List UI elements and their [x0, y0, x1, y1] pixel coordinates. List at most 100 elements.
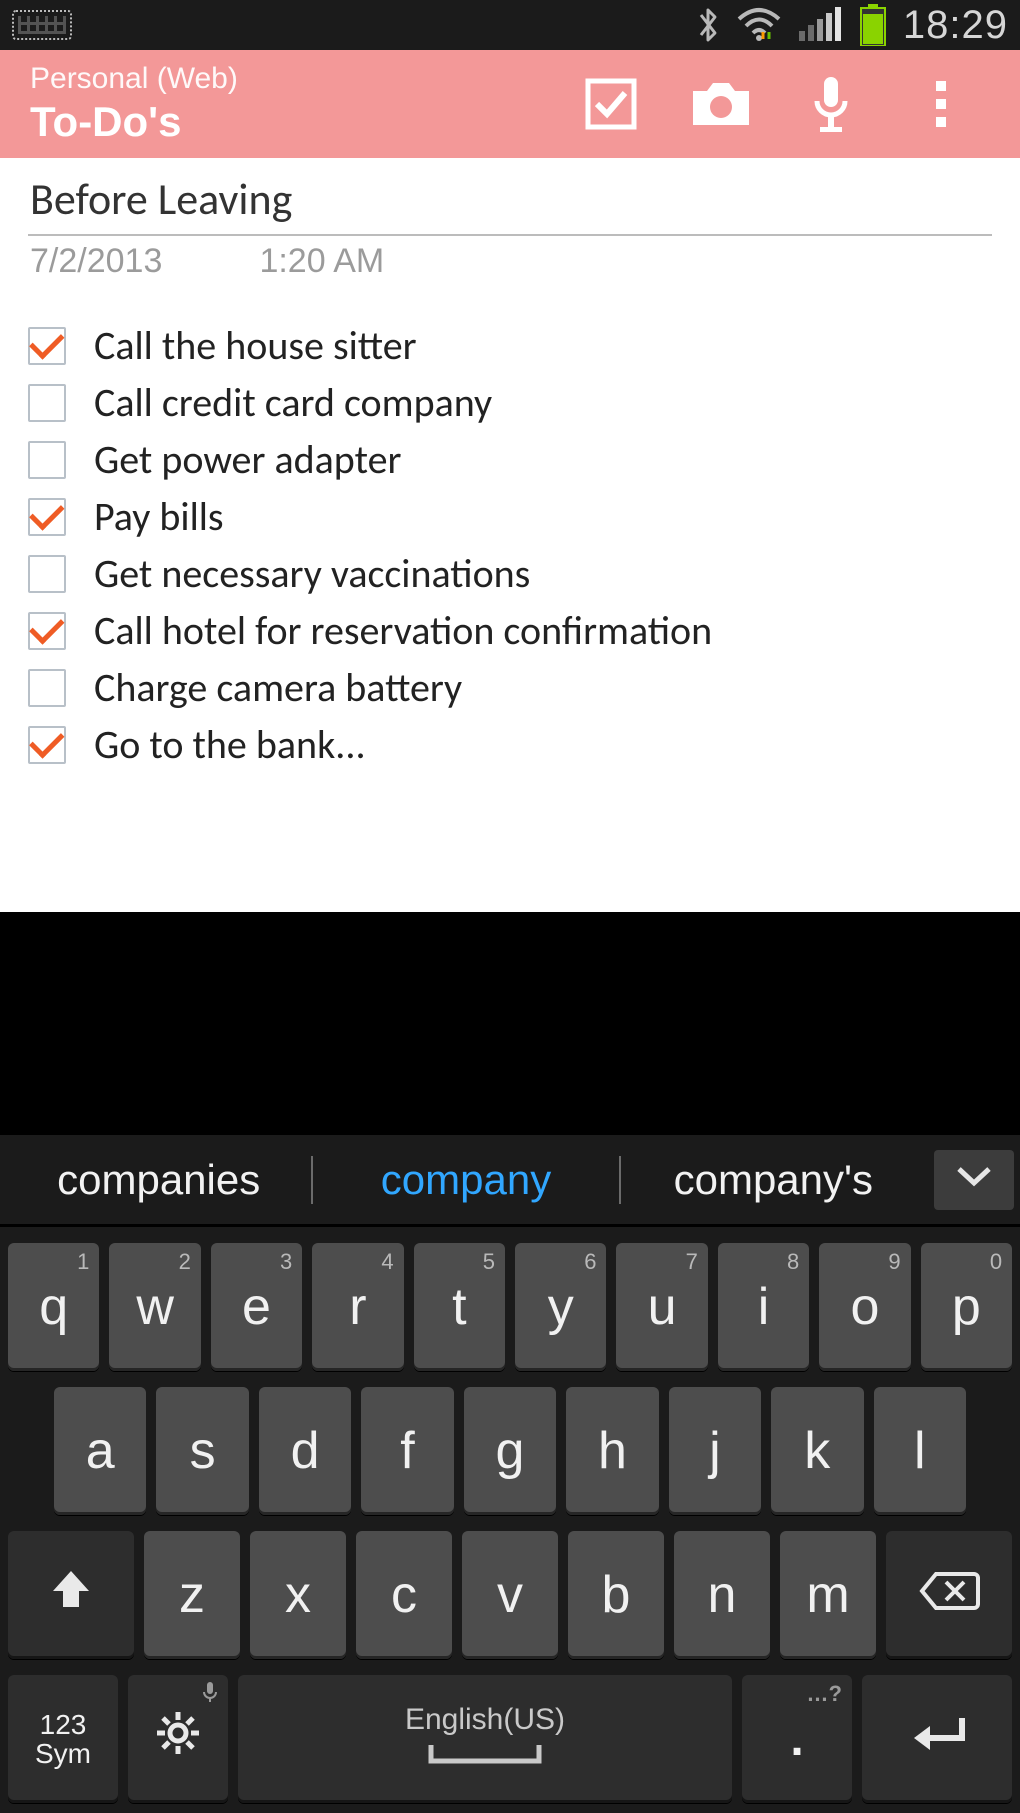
key-c[interactable]: c: [356, 1531, 452, 1659]
suggestion[interactable]: company's: [621, 1156, 926, 1204]
action-bar: Personal (Web) To-Do's: [0, 50, 1020, 158]
key-v[interactable]: v: [462, 1531, 558, 1659]
todo-text[interactable]: Get necessary vaccinations: [94, 549, 530, 598]
note-editor[interactable]: Before Leaving 7/2/2013 1:20 AM Call the…: [0, 158, 1020, 912]
shift-key[interactable]: [8, 1531, 134, 1659]
period-key[interactable]: …? .: [742, 1675, 852, 1803]
todo-checkbox[interactable]: [28, 327, 66, 365]
todo-item[interactable]: Get necessary vaccinations: [28, 545, 992, 602]
key-l[interactable]: l: [874, 1387, 966, 1515]
key-n[interactable]: n: [674, 1531, 770, 1659]
actionbar-titles[interactable]: Personal (Web) To-Do's: [30, 62, 238, 146]
todo-text[interactable]: Get power adapter: [94, 435, 401, 484]
key-k[interactable]: k: [771, 1387, 863, 1515]
key-row-3: z x c vbnm: [0, 1515, 1020, 1659]
key-h[interactable]: h: [566, 1387, 658, 1515]
key-label: i: [758, 1277, 770, 1337]
todo-text[interactable]: Call credit card company: [94, 378, 492, 427]
key-t[interactable]: 5t: [414, 1243, 505, 1371]
key-f[interactable]: f: [361, 1387, 453, 1515]
attach-photo-button[interactable]: [666, 50, 776, 158]
todo-item[interactable]: Go to the bank...: [28, 716, 992, 773]
suggestion[interactable]: companies: [6, 1156, 311, 1204]
todo-item[interactable]: Call the house sitter: [28, 317, 992, 374]
key-x[interactable]: x: [250, 1531, 346, 1659]
todo-list[interactable]: Call the house sitter Call credit card co…: [28, 317, 992, 773]
keyboard-settings-key[interactable]: [128, 1675, 228, 1803]
new-checklist-button[interactable]: [556, 50, 666, 158]
soft-keyboard[interactable]: companiescompanycompany's 1q2w3e4r5t6y7u…: [0, 1135, 1020, 1813]
todo-item[interactable]: Call hotel for reservation confirmation: [28, 602, 992, 659]
wifi-icon: [737, 7, 781, 43]
key-e[interactable]: 3e: [211, 1243, 302, 1371]
key-b[interactable]: b: [568, 1531, 664, 1659]
key-j[interactable]: j: [669, 1387, 761, 1515]
key-sup: 3: [280, 1249, 292, 1275]
key-g[interactable]: g: [464, 1387, 556, 1515]
overflow-button[interactable]: [886, 50, 996, 158]
todo-item[interactable]: Get power adapter: [28, 431, 992, 488]
key-p[interactable]: 0p: [921, 1243, 1012, 1371]
key-w[interactable]: 2w: [109, 1243, 200, 1371]
key-label: z: [179, 1565, 205, 1625]
todo-text[interactable]: Go to the bank...: [94, 720, 366, 769]
key-i[interactable]: 8i: [718, 1243, 809, 1371]
key-m[interactable]: m: [780, 1531, 876, 1659]
todo-checkbox[interactable]: [28, 726, 66, 764]
todo-checkbox[interactable]: [28, 555, 66, 593]
key-label: c: [391, 1565, 417, 1625]
space-key[interactable]: English(US): [238, 1675, 732, 1803]
key-s[interactable]: s: [156, 1387, 248, 1515]
todo-checkbox[interactable]: [28, 441, 66, 479]
todo-item[interactable]: Charge camera battery: [28, 659, 992, 716]
gear-icon: [155, 1709, 201, 1769]
signal-icon: [797, 7, 843, 43]
todo-text[interactable]: Call the house sitter: [94, 321, 417, 370]
key-d[interactable]: d: [259, 1387, 351, 1515]
key-sup: 1: [77, 1249, 89, 1275]
collapse-suggestions-button[interactable]: [934, 1150, 1014, 1210]
backspace-icon: [918, 1565, 980, 1625]
todo-checkbox[interactable]: [28, 384, 66, 422]
key-u[interactable]: 7u: [616, 1243, 707, 1371]
camera-icon: [689, 79, 753, 129]
overflow-icon: [934, 79, 948, 129]
key-label: v: [497, 1565, 523, 1625]
todo-checkbox[interactable]: [28, 612, 66, 650]
key-row-1: 1q2w3e4r5t6y7u8i9o0p: [0, 1227, 1020, 1371]
mic-sup-icon: [202, 1681, 218, 1709]
key-label: x: [285, 1565, 311, 1625]
voice-note-button[interactable]: [776, 50, 886, 158]
key-label: r: [349, 1277, 366, 1337]
key-y[interactable]: 6y: [515, 1243, 606, 1371]
todo-text[interactable]: Call hotel for reservation confirmation: [94, 606, 712, 655]
key-o[interactable]: 9o: [819, 1243, 910, 1371]
todo-checkbox[interactable]: [28, 669, 66, 707]
actionbar-subtitle: Personal (Web): [30, 62, 238, 96]
todo-text[interactable]: Pay bills: [94, 492, 224, 541]
todo-checkbox[interactable]: [28, 498, 66, 536]
symbols-mode-key[interactable]: 123 Sym: [8, 1675, 118, 1803]
key-row-4: 123 Sym English(US) …? .: [0, 1659, 1020, 1803]
note-meta: 7/2/2013 1:20 AM: [28, 242, 992, 281]
key-r[interactable]: 4r: [312, 1243, 403, 1371]
key-label: f: [400, 1421, 414, 1481]
key-sup: 4: [381, 1249, 393, 1275]
todo-item[interactable]: Pay bills: [28, 488, 992, 545]
key-sup: 2: [179, 1249, 191, 1275]
key-label: m: [806, 1565, 849, 1625]
period-label: .: [790, 1712, 803, 1767]
todo-item[interactable]: Call credit card company: [28, 374, 992, 431]
note-title[interactable]: Before Leaving: [28, 172, 992, 236]
todo-text[interactable]: Charge camera battery: [94, 663, 462, 712]
chevron-down-icon: [955, 1165, 993, 1194]
key-z[interactable]: z: [144, 1531, 240, 1659]
suggestion-bar[interactable]: companiescompanycompany's: [0, 1135, 1020, 1227]
backspace-key[interactable]: [886, 1531, 1012, 1659]
enter-key[interactable]: [862, 1675, 1012, 1803]
key-label: h: [598, 1421, 627, 1481]
status-bar: 18:29: [0, 0, 1020, 50]
suggestion[interactable]: company: [313, 1156, 618, 1204]
key-q[interactable]: 1q: [8, 1243, 99, 1371]
key-a[interactable]: a: [54, 1387, 146, 1515]
